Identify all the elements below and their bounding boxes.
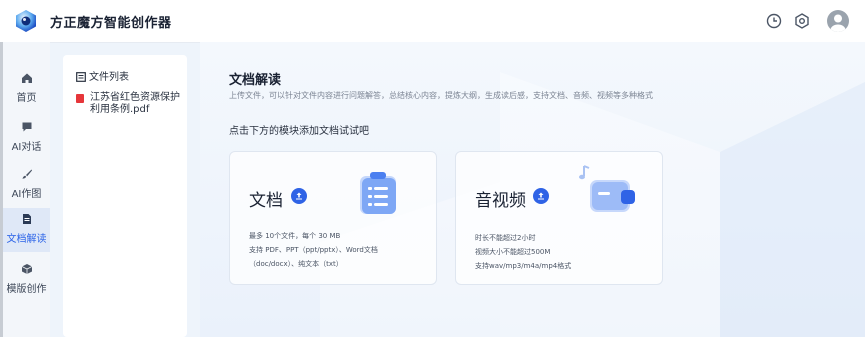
sidebar-item-doc-read[interactable]: 文档解读 bbox=[3, 208, 50, 252]
audio-video-upload-card[interactable]: 音视频 时长不能超过2小时 视频大小不能超过500M 支持wav/mp3/m4a… bbox=[455, 151, 663, 285]
card-title: 文档 bbox=[249, 191, 283, 211]
sidebar-nav: 首页 AI对话 AI作图 文档解读 模版创作 bbox=[3, 42, 50, 337]
app-header: 方正魔方智能创作器 bbox=[0, 0, 865, 43]
sidebar-item-template[interactable]: 模版创作 bbox=[3, 258, 50, 302]
page-subtitle: 上传文件，可以针对文件内容进行问题解答，总结核心内容，提炼大纲，生成读后感，支持… bbox=[229, 91, 653, 100]
sidebar-item-ai-chat[interactable]: AI对话 bbox=[3, 116, 50, 160]
card-description: 时长不能超过2小时 视频大小不能超过500M 支持wav/mp3/m4a/mp4… bbox=[475, 231, 571, 273]
history-icon[interactable] bbox=[764, 11, 784, 31]
cube-icon bbox=[21, 264, 32, 274]
sidebar-item-home[interactable]: 首页 bbox=[3, 67, 50, 111]
video-illustration-icon bbox=[579, 165, 635, 212]
file-list-icon bbox=[76, 72, 86, 82]
sidebar-item-label: 模版创作 bbox=[6, 284, 47, 295]
home-icon bbox=[21, 73, 32, 83]
card-desc-line: 最多 10个文件，每个 30 MB bbox=[249, 232, 341, 240]
file-name: 江苏省红色资源保护利用条例.pdf bbox=[90, 92, 180, 115]
app-logo-icon bbox=[16, 10, 36, 32]
main-content: 文档解读 上传文件，可以针对文件内容进行问题解答，总结核心内容，提炼大纲，生成读… bbox=[200, 42, 865, 337]
sidebar-item-label: 文档解读 bbox=[6, 234, 47, 245]
upload-icon[interactable] bbox=[533, 188, 549, 204]
card-desc-line: 时长不能超过2小时 bbox=[475, 234, 536, 242]
card-title: 音视频 bbox=[475, 191, 526, 211]
document-illustration-icon bbox=[360, 172, 396, 214]
settings-icon[interactable] bbox=[792, 11, 812, 31]
document-icon bbox=[22, 214, 31, 224]
card-desc-line: （doc/docx）、纯文本（txt） bbox=[249, 260, 343, 268]
sidebar-item-label: AI作图 bbox=[11, 189, 42, 200]
app-title: 方正魔方智能创作器 bbox=[50, 16, 172, 31]
card-desc-line: 视频大小不能超过500M bbox=[475, 248, 551, 256]
chat-icon bbox=[22, 122, 31, 132]
brush-icon bbox=[22, 169, 32, 179]
card-desc-line: 支持wav/mp3/m4a/mp4格式 bbox=[475, 262, 572, 270]
card-desc-line: 支持 PDF、PPT（ppt/pptx）、Word文档 bbox=[249, 246, 378, 254]
card-description: 最多 10个文件，每个 30 MB 支持 PDF、PPT（ppt/pptx）、W… bbox=[249, 229, 378, 271]
pdf-file-icon bbox=[76, 94, 84, 103]
file-list-title: 文件列表 bbox=[89, 72, 129, 83]
file-list-panel: 文件列表 江苏省红色资源保护利用条例.pdf bbox=[63, 55, 187, 337]
upload-hint: 点击下方的模块添加文档试试吧 bbox=[229, 126, 369, 137]
sidebar-item-ai-draw[interactable]: AI作图 bbox=[3, 163, 50, 207]
upload-icon[interactable] bbox=[291, 188, 307, 204]
document-upload-card[interactable]: 文档 最多 10个文件，每个 30 MB 支持 PDF、PPT（ppt/pptx… bbox=[229, 151, 437, 285]
page-title: 文档解读 bbox=[229, 73, 282, 88]
user-avatar[interactable] bbox=[827, 10, 849, 32]
file-list-header: 文件列表 bbox=[76, 68, 129, 83]
sidebar-item-label: AI对话 bbox=[11, 142, 42, 153]
sidebar-item-label: 首页 bbox=[16, 93, 37, 104]
